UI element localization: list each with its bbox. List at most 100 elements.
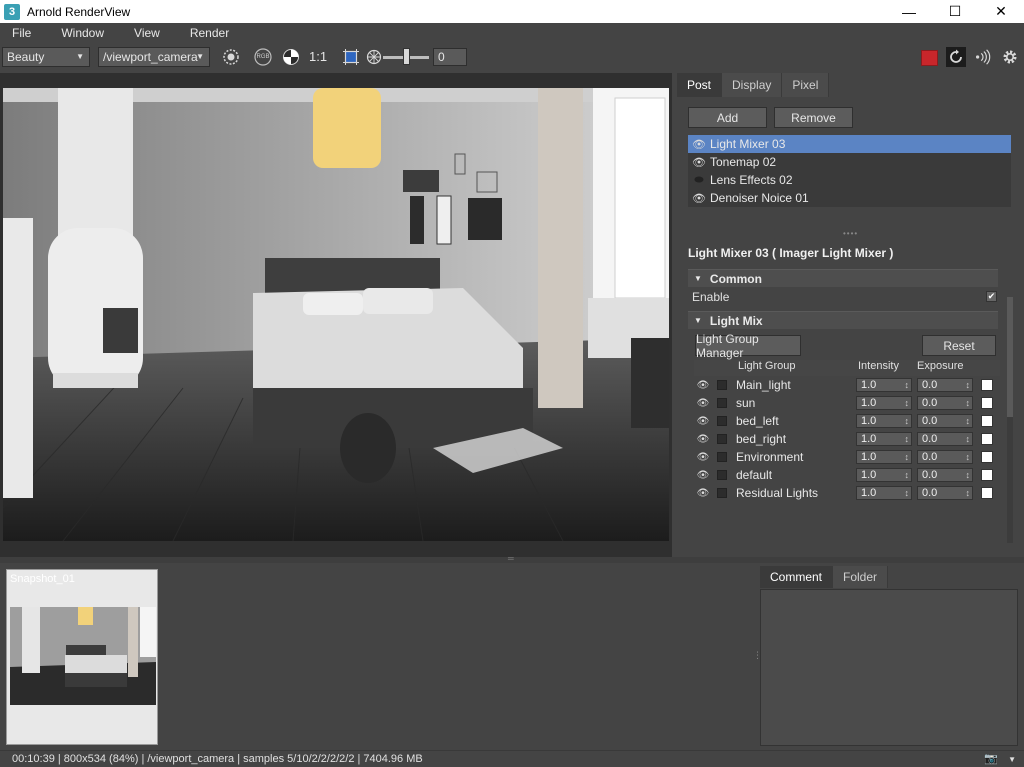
menu-render[interactable]: Render <box>178 23 241 43</box>
group-solo-checkbox[interactable] <box>712 470 732 480</box>
light-group-color-swatch[interactable] <box>981 379 993 391</box>
tab-pixel[interactable]: Pixel <box>782 73 830 97</box>
eye-icon[interactable]: 👁 <box>688 192 710 205</box>
comment-textarea[interactable] <box>760 589 1018 746</box>
exposure-spinner[interactable]: 0.0 <box>917 414 973 428</box>
tab-display[interactable]: Display <box>722 73 783 97</box>
menu-view[interactable]: View <box>122 23 172 43</box>
section-light-mix-header[interactable]: ▼ Light Mix <box>688 311 998 329</box>
imager-name: Tonemap 02 <box>710 155 777 169</box>
vertical-splitter-grip[interactable]: ⋮ <box>753 650 763 661</box>
eye-closed-icon[interactable]: ⬬ <box>688 174 710 187</box>
reset-button[interactable]: Reset <box>922 335 996 356</box>
exposure-spinner[interactable]: 0.0 <box>917 378 973 392</box>
group-solo-checkbox[interactable] <box>712 416 732 426</box>
eye-icon[interactable]: 👁 <box>694 380 712 391</box>
light-group-color-swatch[interactable] <box>981 415 993 427</box>
add-imager-button[interactable]: Add <box>688 107 767 128</box>
eye-icon[interactable]: 👁 <box>688 156 710 169</box>
light-group-color-swatch[interactable] <box>981 451 993 463</box>
camera-snapshot-icon[interactable]: 📷 <box>984 751 998 767</box>
menu-bar: File Window View Render <box>0 23 1024 43</box>
aov-select[interactable]: Beauty ▼ <box>2 47 90 67</box>
light-group-name: Residual Lights <box>736 486 819 500</box>
render-region-icon[interactable] <box>222 48 240 66</box>
section-common-header[interactable]: ▼ Common <box>688 269 998 287</box>
render-viewport[interactable] <box>3 88 669 541</box>
exposure-slider-handle[interactable] <box>403 48 410 65</box>
intensity-spinner[interactable]: 1.0 <box>856 396 912 410</box>
exposure-spinner[interactable]: 0.0 <box>917 450 973 464</box>
header-intensity: Intensity <box>858 360 899 372</box>
group-solo-checkbox[interactable] <box>712 380 732 390</box>
light-group-color-swatch[interactable] <box>981 433 993 445</box>
intensity-spinner[interactable]: 1.0 <box>856 450 912 464</box>
table-header: Light Group Intensity Exposure <box>694 360 1000 376</box>
intensity-spinner[interactable]: 1.0 <box>856 468 912 482</box>
maximize-button[interactable]: ☐ <box>932 0 978 23</box>
light-group-manager-button[interactable]: Light Group Manager <box>695 332 801 360</box>
light-group-name: bed_left <box>736 414 779 428</box>
alpha-icon[interactable] <box>282 48 300 66</box>
menu-file[interactable]: File <box>0 23 43 43</box>
group-solo-checkbox[interactable] <box>712 488 732 498</box>
rgb-label: RGB <box>256 54 270 60</box>
tab-comment[interactable]: Comment <box>760 566 834 588</box>
intensity-spinner[interactable]: 1.0 <box>856 432 912 446</box>
settings-gear-icon[interactable] <box>1001 48 1019 66</box>
intensity-spinner[interactable]: 1.0 <box>856 378 912 392</box>
light-group-color-swatch[interactable] <box>981 397 993 409</box>
collapse-triangle-icon: ▼ <box>694 316 702 325</box>
scrollbar-thumb[interactable] <box>1007 297 1013 417</box>
remove-imager-button[interactable]: Remove <box>774 107 853 128</box>
imager-item-tonemap[interactable]: 👁 Tonemap 02 <box>688 153 1011 171</box>
snapshot-thumbnail <box>10 607 156 705</box>
chevron-down-icon[interactable]: ▼ <box>1008 751 1016 767</box>
exposure-spinner[interactable]: 0.0 <box>917 396 973 410</box>
tab-post[interactable]: Post <box>677 73 723 97</box>
light-group-color-swatch[interactable] <box>981 469 993 481</box>
menu-window[interactable]: Window <box>49 23 116 43</box>
minimize-button[interactable]: — <box>886 0 932 23</box>
header-exposure: Exposure <box>917 360 964 372</box>
imager-item-denoiser[interactable]: 👁 Denoiser Noice 01 <box>688 189 1011 207</box>
intensity-spinner[interactable]: 1.0 <box>856 486 912 500</box>
panel-scrollbar[interactable] <box>1007 297 1013 543</box>
light-group-color-swatch[interactable] <box>981 487 993 499</box>
status-text: 00:10:39 | 800x534 (84%) | /viewport_cam… <box>12 753 423 765</box>
exposure-value-input[interactable]: 0 <box>433 48 467 66</box>
eye-icon[interactable]: 👁 <box>694 470 712 481</box>
camera-select[interactable]: /viewport_camera ▼ <box>98 47 210 67</box>
table-row: 👁 default 1.0 0.0 <box>694 466 1000 484</box>
exposure-spinner[interactable]: 0.0 <box>917 468 973 482</box>
eye-icon[interactable]: 👁 <box>694 398 712 409</box>
table-row: 👁 Residual Lights 1.0 0.0 <box>694 484 1000 502</box>
snapshot-card[interactable]: Snapshot_01 <box>6 569 158 745</box>
eye-icon[interactable]: 👁 <box>694 452 712 463</box>
eye-icon[interactable]: 👁 <box>688 138 710 151</box>
close-button[interactable]: ✕ <box>978 0 1024 23</box>
ratio-label[interactable]: 1:1 <box>309 48 327 66</box>
broadcast-icon[interactable] <box>974 48 992 66</box>
section-light-mix-label: Light Mix <box>709 313 763 328</box>
enable-checkbox[interactable]: ✔ <box>986 291 997 302</box>
tab-folder[interactable]: Folder <box>833 566 889 588</box>
group-solo-checkbox[interactable] <box>712 398 732 408</box>
crop-region-icon[interactable] <box>342 48 360 66</box>
eye-icon[interactable]: 👁 <box>694 434 712 445</box>
intensity-spinner[interactable]: 1.0 <box>856 414 912 428</box>
group-solo-checkbox[interactable] <box>712 434 732 444</box>
rgb-channels-icon[interactable]: RGB <box>254 48 272 66</box>
imager-item-lens-effects[interactable]: ⬬ Lens Effects 02 <box>688 171 1011 189</box>
eye-icon[interactable]: 👁 <box>694 416 712 427</box>
imager-list: 👁 Light Mixer 03 👁 Tonemap 02 ⬬ Lens Eff… <box>688 135 1011 207</box>
exposure-spinner[interactable]: 0.0 <box>917 486 973 500</box>
group-solo-checkbox[interactable] <box>712 452 732 462</box>
eye-icon[interactable]: 👁 <box>694 488 712 499</box>
imager-item-light-mixer[interactable]: 👁 Light Mixer 03 <box>688 135 1011 153</box>
ipr-refresh-icon[interactable] <box>946 47 966 67</box>
list-splitter-handle[interactable]: •••• <box>843 229 858 238</box>
aov-select-value: Beauty <box>7 50 45 64</box>
stop-render-button[interactable] <box>921 50 938 66</box>
exposure-spinner[interactable]: 0.0 <box>917 432 973 446</box>
